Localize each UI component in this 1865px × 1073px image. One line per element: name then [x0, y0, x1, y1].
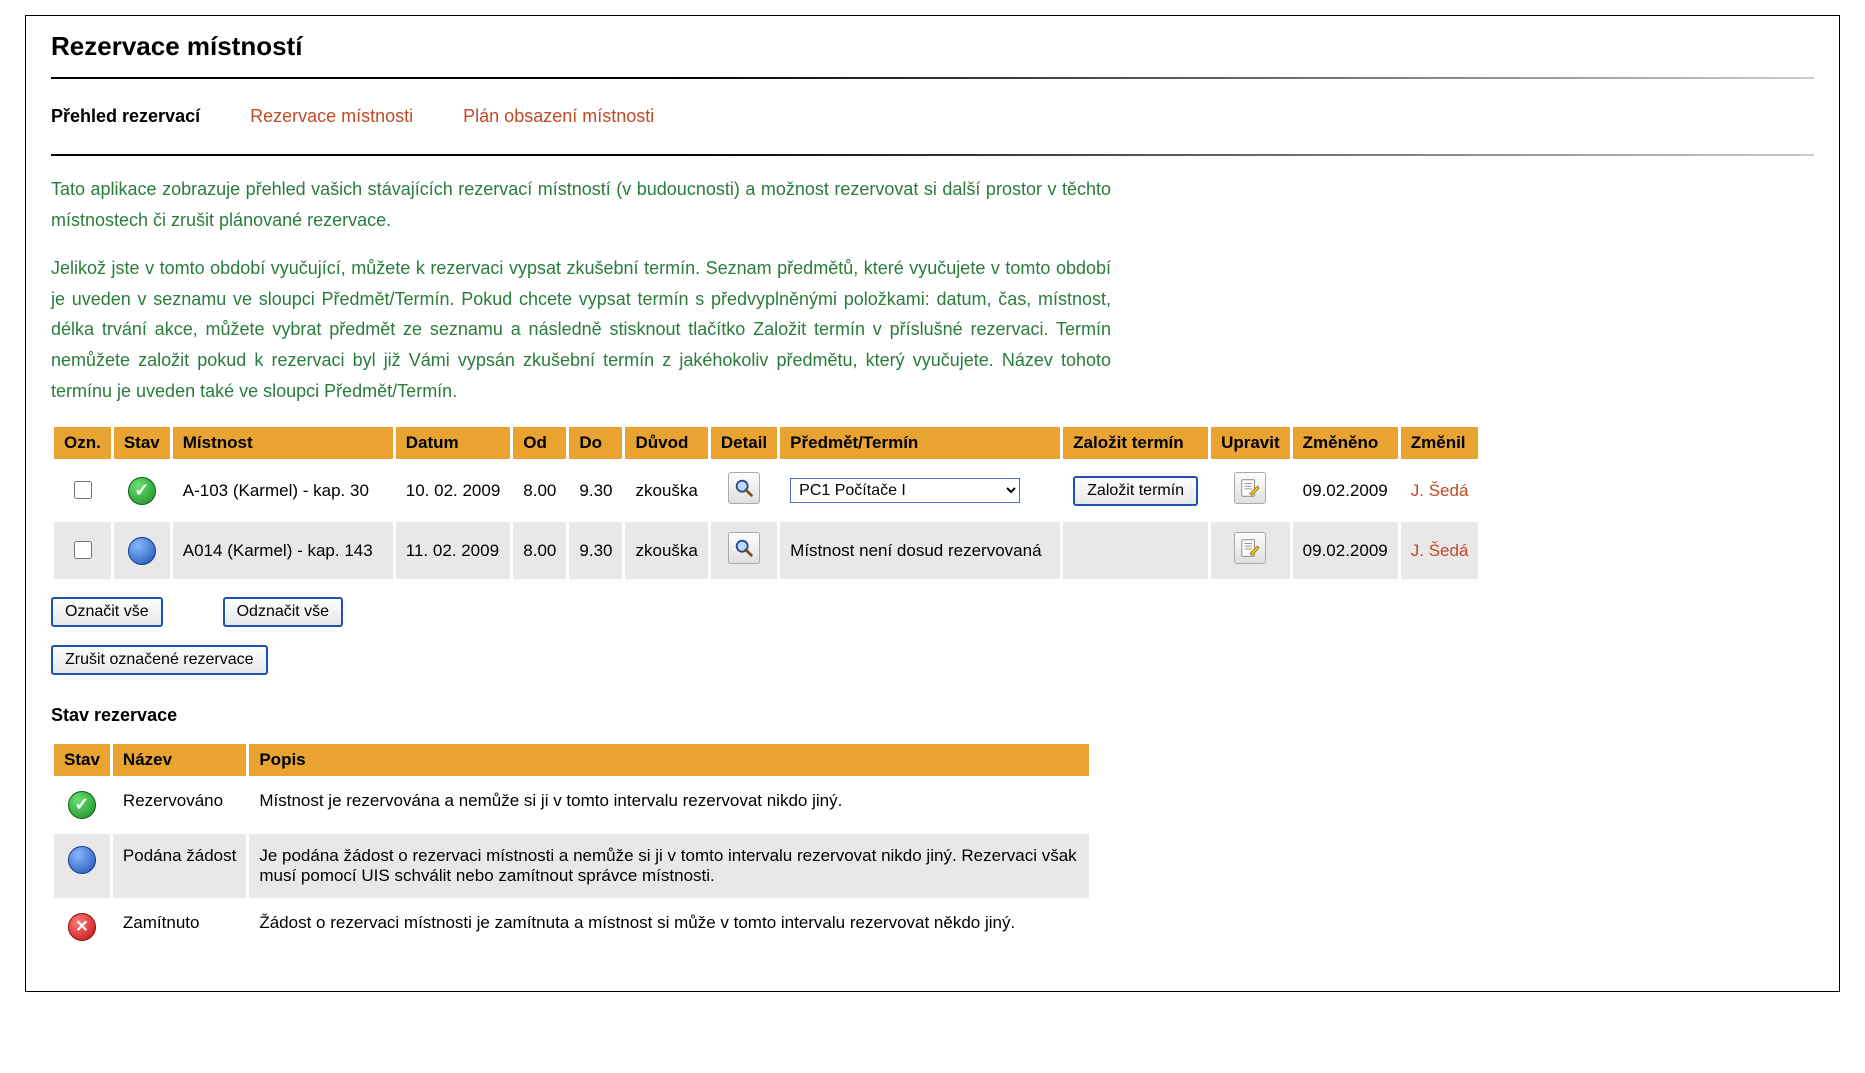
magnifier-icon[interactable]: [728, 532, 760, 564]
legend-col-desc: Popis: [249, 744, 1089, 776]
cell-from: 8.00: [513, 522, 566, 579]
intro-paragraph-1: Tato aplikace zobrazuje přehled vašich s…: [51, 174, 1111, 235]
col-to: Do: [569, 427, 622, 459]
reservations-table: Ozn. Stav Místnost Datum Od Do Důvod Det…: [51, 424, 1481, 582]
cell-changed-by: J. Šedá: [1401, 462, 1479, 519]
col-edit: Upravit: [1211, 427, 1290, 459]
col-from: Od: [513, 427, 566, 459]
deselect-all-button[interactable]: Odznačit vše: [223, 597, 343, 627]
cell-to: 9.30: [569, 522, 622, 579]
legend-name: Zamítnuto: [113, 901, 246, 953]
col-detail: Detail: [711, 427, 777, 459]
status-pending-icon: [68, 846, 96, 874]
cell-date: 11. 02. 2009: [396, 522, 511, 579]
magnifier-icon[interactable]: [728, 472, 760, 504]
tab-reserve[interactable]: Rezervace místnosti: [250, 106, 413, 127]
cell-changed: 09.02.2009: [1293, 462, 1398, 519]
divider: [51, 77, 1814, 79]
page-container: Rezervace místností Přehled rezervací Re…: [25, 15, 1840, 992]
legend-row: RezervovánoMístnost je rezervována a nem…: [54, 779, 1089, 831]
row-checkbox[interactable]: [74, 541, 92, 559]
select-all-button[interactable]: Označit vše: [51, 597, 163, 627]
tab-plan[interactable]: Plán obsazení místnosti: [463, 106, 654, 127]
cell-reason: zkouška: [625, 522, 707, 579]
cell-to: 9.30: [569, 462, 622, 519]
cell-room: A014 (Karmel) - kap. 143: [173, 522, 393, 579]
cell-subject: PC1 Počítače I: [780, 462, 1060, 519]
legend-desc: Místnost je rezervována a nemůže si ji v…: [249, 779, 1089, 831]
cell-room: A-103 (Karmel) - kap. 30: [173, 462, 393, 519]
col-room: Místnost: [173, 427, 393, 459]
divider: [51, 154, 1814, 156]
legend-col-name: Název: [113, 744, 246, 776]
col-mark: Ozn.: [54, 427, 111, 459]
selection-buttons: Označit vše Odznačit vše: [51, 597, 1814, 627]
col-changed-by: Změnil: [1401, 427, 1479, 459]
col-create: Založit termín: [1063, 427, 1208, 459]
create-term-button[interactable]: Založit termín: [1073, 476, 1198, 506]
tab-bar: Přehled rezervací Rezervace místnosti Pl…: [51, 94, 1814, 139]
legend-row: ZamítnutoŽádost o rezervaci místnosti je…: [54, 901, 1089, 953]
cell-subject: Místnost není dosud rezervovaná: [780, 522, 1060, 579]
legend-name: Rezervováno: [113, 779, 246, 831]
edit-icon[interactable]: [1234, 472, 1266, 504]
col-changed: Změněno: [1293, 427, 1398, 459]
cell-from: 8.00: [513, 462, 566, 519]
cell-changed-by: J. Šedá: [1401, 522, 1479, 579]
cancel-selected-button[interactable]: Zrušit označené rezervace: [51, 645, 268, 675]
col-date: Datum: [396, 427, 511, 459]
legend-desc: Je podána žádost o rezervaci místnosti a…: [249, 834, 1089, 898]
legend-title: Stav rezervace: [51, 705, 1814, 726]
legend-name: Podána žádost: [113, 834, 246, 898]
edit-icon[interactable]: [1234, 532, 1266, 564]
status-pending-icon: [128, 537, 156, 565]
col-status: Stav: [114, 427, 170, 459]
cell-reason: zkouška: [625, 462, 707, 519]
legend-table: Stav Název Popis RezervovánoMístnost je …: [51, 741, 1092, 956]
legend-desc: Žádost o rezervaci místnosti je zamítnut…: [249, 901, 1089, 953]
col-reason: Důvod: [625, 427, 707, 459]
table-row: A014 (Karmel) - kap. 14311. 02. 20098.00…: [54, 522, 1478, 579]
legend-row: Podána žádostJe podána žádost o rezervac…: [54, 834, 1089, 898]
intro-paragraph-2: Jelikož jste v tomto období vyučující, m…: [51, 253, 1111, 406]
tab-overview[interactable]: Přehled rezervací: [51, 106, 200, 127]
subject-select[interactable]: PC1 Počítače I: [790, 478, 1020, 503]
status-reserved-icon: [128, 477, 156, 505]
status-rejected-icon: [68, 913, 96, 941]
col-subject: Předmět/Termín: [780, 427, 1060, 459]
status-reserved-icon: [68, 791, 96, 819]
cell-date: 10. 02. 2009: [396, 462, 511, 519]
legend-col-status: Stav: [54, 744, 110, 776]
cell-changed: 09.02.2009: [1293, 522, 1398, 579]
row-checkbox[interactable]: [74, 481, 92, 499]
table-row: A-103 (Karmel) - kap. 3010. 02. 20098.00…: [54, 462, 1478, 519]
page-title: Rezervace místností: [51, 31, 1814, 62]
